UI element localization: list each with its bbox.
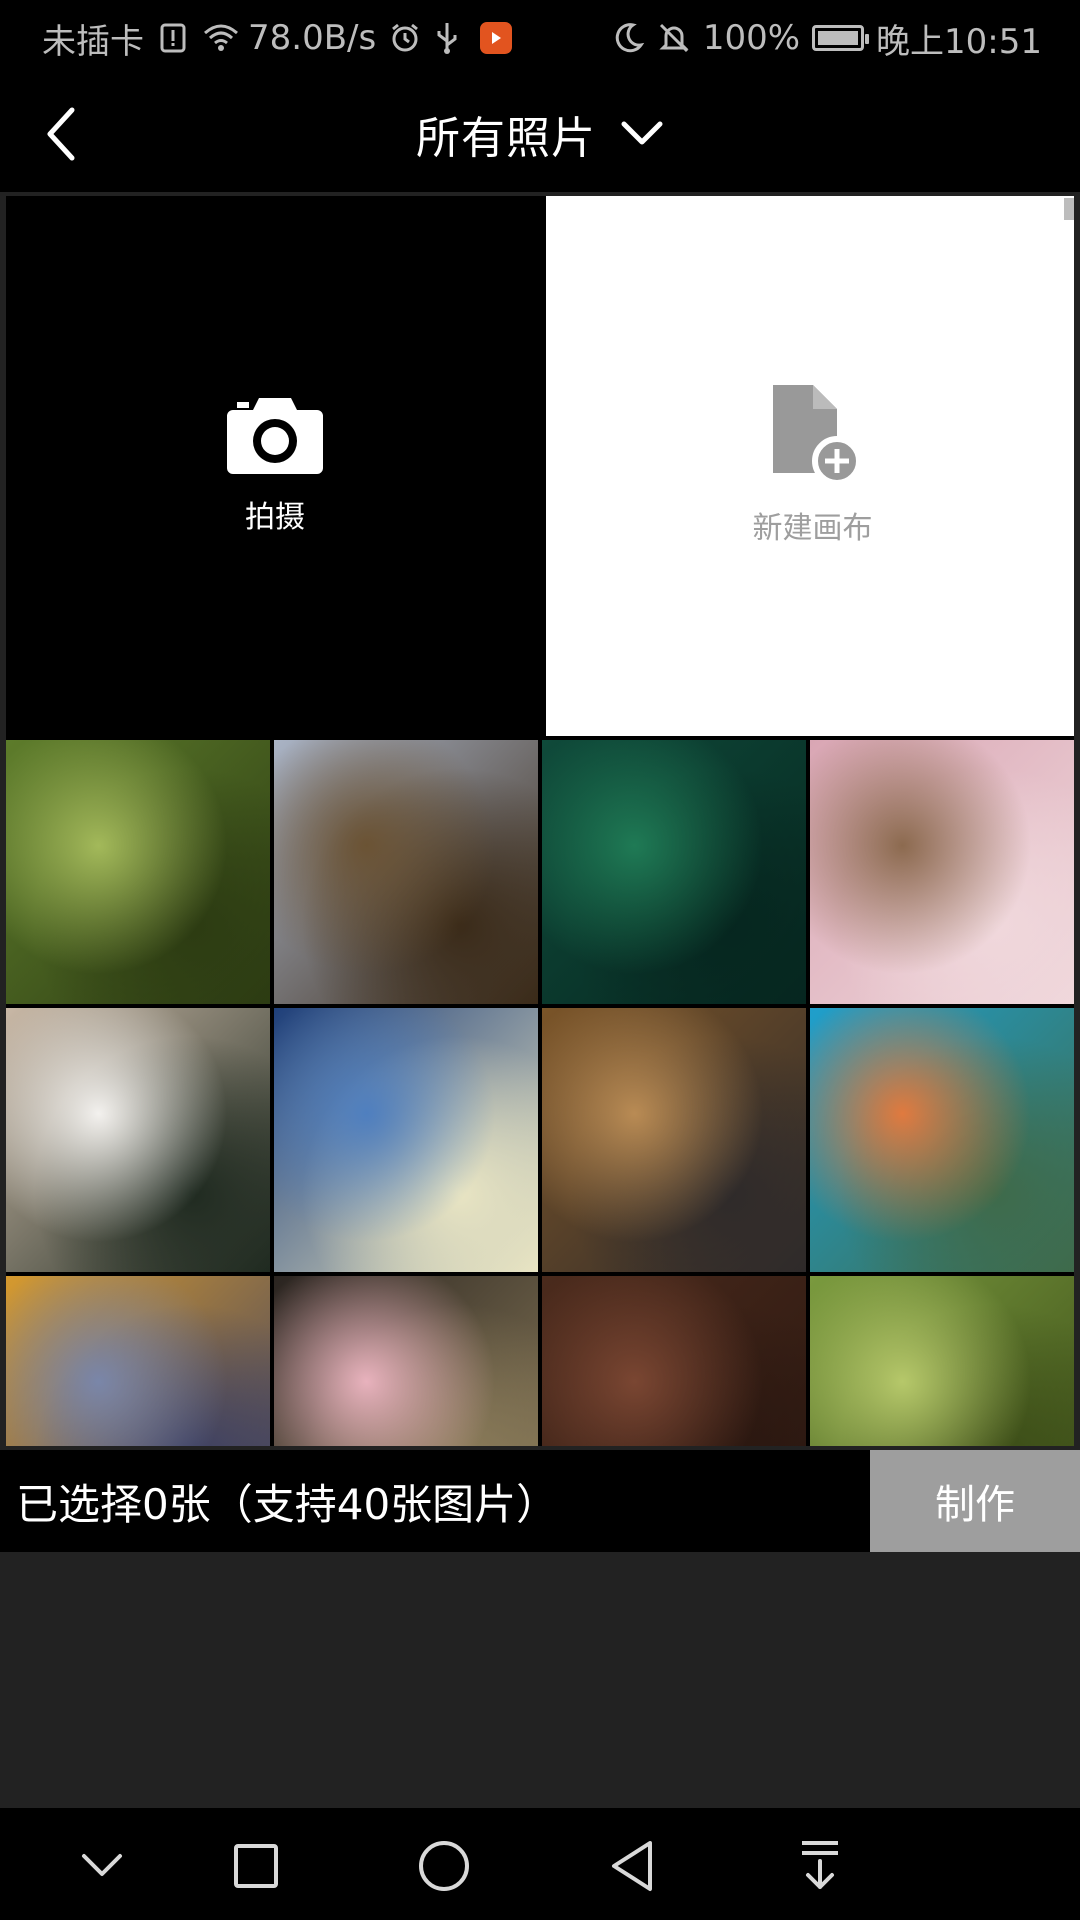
system-nav-bar <box>0 1808 1080 1920</box>
page-title: 所有照片 <box>416 113 596 164</box>
photo-thumbnail-bamboo[interactable] <box>542 740 806 1004</box>
camera-icon <box>227 398 323 474</box>
photo-thumbnail-ice-cave[interactable] <box>274 1008 538 1272</box>
bottom-action-bar: 已选择0张（支持40张图片） 制作 <box>0 1450 1080 1552</box>
photo-thumbnail-wheat[interactable] <box>6 740 270 1004</box>
album-selector[interactable]: 所有照片 <box>0 76 1080 192</box>
recents-icon <box>234 1844 278 1888</box>
photo-grid-panel: 拍摄 新建画布 <box>6 196 1074 1446</box>
carrier-text: 未插卡 <box>42 21 144 62</box>
notification-pull-icon <box>802 1841 838 1889</box>
battery-text: 100% <box>702 18 801 58</box>
top-app-bar: 所有照片 <box>0 76 1080 192</box>
photo-thumbnail-highway-interchange[interactable] <box>542 1008 806 1272</box>
photo-thumbnail-violin[interactable] <box>542 1276 806 1446</box>
sim-alert-icon <box>156 21 190 55</box>
status-left: 未插卡 78.0B/s <box>42 0 513 76</box>
photo-thumbnail-fashion-woman[interactable] <box>6 1008 270 1272</box>
selection-count-text: 已选择0张（支持40张图片） <box>16 1479 559 1529</box>
status-bar: 未插卡 78.0B/s 100% 晚上10:51 <box>0 0 1080 76</box>
battery-icon <box>812 25 870 51</box>
photo-thumbnail-roses[interactable] <box>810 740 1074 1004</box>
status-right: 100% 晚上10:51 <box>611 0 1042 76</box>
home-icon <box>419 1841 469 1891</box>
photo-thumbnail-aerial-river-forest[interactable] <box>810 1008 1074 1272</box>
recents-button[interactable] <box>224 1834 288 1898</box>
alarm-icon <box>388 21 422 55</box>
camera-tile[interactable]: 拍摄 <box>6 196 544 736</box>
mute-icon <box>657 21 691 55</box>
photo-thumbnail-woman-dress[interactable] <box>274 1276 538 1446</box>
home-button[interactable] <box>412 1834 476 1898</box>
camera-label: 拍摄 <box>245 500 305 535</box>
photo-thumbnail-wheat-2[interactable] <box>810 1276 1074 1446</box>
new-canvas-tile[interactable]: 新建画布 <box>546 196 1074 736</box>
app-notification-icon <box>480 22 513 54</box>
moon-icon <box>611 21 645 55</box>
collapse-button[interactable] <box>70 1834 134 1898</box>
wifi-icon <box>202 21 238 55</box>
time-text: 晚上10:51 <box>876 21 1042 62</box>
make-button[interactable]: 制作 <box>870 1450 1080 1552</box>
back-icon <box>612 1841 652 1891</box>
scrollbar-thumb[interactable] <box>1064 198 1074 220</box>
nav-back-button[interactable] <box>600 1834 664 1898</box>
notification-pull-button[interactable] <box>788 1834 852 1898</box>
net-speed-text: 78.0B/s <box>248 18 377 58</box>
usb-icon <box>434 21 468 55</box>
photo-thumbnail-mountains-sunset[interactable] <box>6 1276 270 1446</box>
photo-thumbnail-spiral-staircase[interactable] <box>274 740 538 1004</box>
collapse-icon <box>82 1854 122 1876</box>
new-canvas-label: 新建画布 <box>752 511 873 546</box>
chevron-down-icon <box>621 121 663 145</box>
new-file-icon <box>772 385 861 485</box>
